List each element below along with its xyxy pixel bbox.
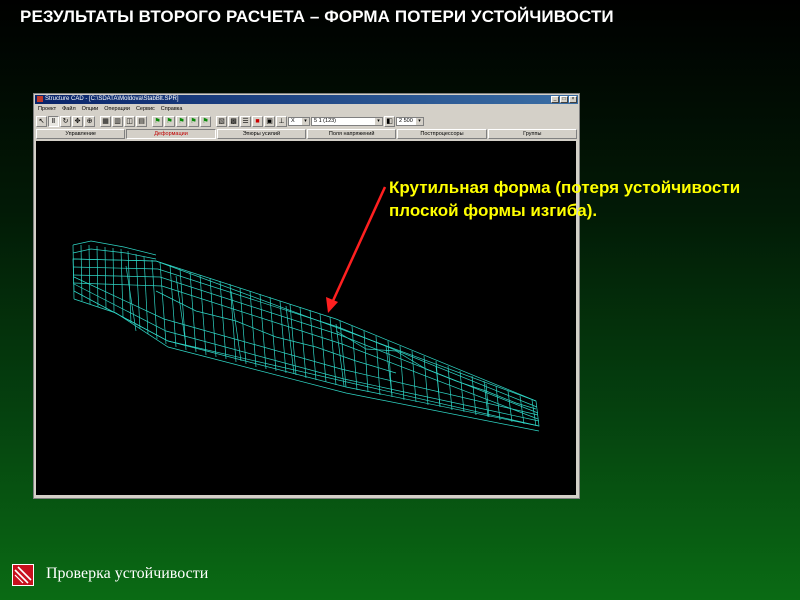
- menu-options[interactable]: Опции: [82, 105, 99, 113]
- green-flag-icon-2[interactable]: ⚑: [164, 115, 175, 127]
- window-controls: _ □ ×: [551, 96, 577, 103]
- fragment-icon[interactable]: ▦: [100, 115, 111, 127]
- axis-combo-value: X: [291, 117, 295, 124]
- beam-outline: [72, 258, 540, 427]
- elements-icon[interactable]: ▤: [136, 115, 147, 127]
- tab-force-diagrams[interactable]: Эпюры усилий: [216, 129, 306, 139]
- layers-icon[interactable]: ☰: [240, 115, 251, 127]
- scale-combo[interactable]: 2 500 ▾: [396, 116, 424, 126]
- filter-icon[interactable]: ▥: [112, 115, 123, 127]
- load-case-value: 5 1 (123): [314, 117, 337, 124]
- maximize-icon[interactable]: □: [560, 96, 568, 103]
- structure-cad-window: Structure CAD - [C:\SDATA\Moldova\StabBl…: [33, 93, 580, 499]
- chevron-down-icon: ▾: [302, 117, 309, 125]
- grid-icon[interactable]: ▧: [216, 115, 227, 127]
- axis-combo[interactable]: X ▾: [288, 116, 310, 126]
- move-icon[interactable]: ✥: [72, 115, 83, 127]
- toolbar: ↖ Ⅱ ↻ ✥ ⊕ ▦ ▥ ◫ ▤ ⚑ ⚑ ⚑ ⚑ ⚑ ▧ ▩ ☰ ■ ▣ ⊥ …: [36, 114, 577, 128]
- tab-stress-fields[interactable]: Поля напряжений: [306, 129, 397, 139]
- tab-control[interactable]: Управление: [36, 129, 126, 139]
- green-flag-icon-4[interactable]: ⚑: [188, 115, 199, 127]
- color-icon[interactable]: ■: [252, 115, 263, 127]
- rotate-icon[interactable]: ↻: [60, 115, 71, 127]
- chevron-down-icon: ▾: [375, 117, 382, 125]
- green-flag-icon-1[interactable]: ⚑: [152, 115, 163, 127]
- chevron-down-icon: ▾: [416, 117, 423, 125]
- tab-groups[interactable]: Группы: [487, 129, 577, 139]
- zoom-icon[interactable]: ⊕: [84, 115, 95, 127]
- footer-section-label: Проверка устойчивости: [46, 565, 209, 582]
- deform-view-icon[interactable]: Ⅱ: [48, 115, 59, 127]
- mesh-icon[interactable]: ▩: [228, 115, 239, 127]
- scale-value: 2 500: [399, 117, 413, 124]
- app-icon: [37, 96, 43, 102]
- tab-deformations[interactable]: Деформации: [126, 129, 216, 139]
- load-case-combo[interactable]: 5 1 (123) ▾: [311, 116, 383, 126]
- menu-service[interactable]: Сервис: [136, 105, 155, 113]
- menu-project[interactable]: Проект: [38, 105, 56, 113]
- nodes-icon[interactable]: ◫: [124, 115, 135, 127]
- green-flag-icon-3[interactable]: ⚑: [176, 115, 187, 127]
- window-title: Structure CAD - [C:\SDATA\Moldova\StabBl…: [45, 96, 179, 102]
- minimize-icon[interactable]: _: [551, 96, 559, 103]
- menu-bar: Проект Файл Опции Операции Сервис Справк…: [36, 105, 577, 113]
- print-icon[interactable]: ▣: [264, 115, 275, 127]
- load-step-icon[interactable]: ◧: [384, 115, 395, 127]
- axes-icon[interactable]: ⊥: [276, 115, 287, 127]
- menu-file[interactable]: Файл: [62, 105, 76, 113]
- select-tool-icon[interactable]: ↖: [36, 115, 47, 127]
- beam-mesh: [72, 240, 540, 432]
- logo-icon: [12, 564, 34, 586]
- arrow-icon: [326, 186, 387, 313]
- menu-operations[interactable]: Операции: [104, 105, 130, 113]
- close-icon[interactable]: ×: [569, 96, 577, 103]
- menu-help[interactable]: Справка: [161, 105, 183, 113]
- slide-title: РЕЗУЛЬТАТЫ ВТОРОГО РАСЧЕТА – ФОРМА ПОТЕР…: [20, 7, 614, 26]
- buckling-annotation: Крутильная форма (потеря устойчивости пл…: [389, 178, 741, 220]
- mode-tabs: Управление Деформации Эпюры усилий Поля …: [36, 129, 577, 139]
- window-title-bar[interactable]: Structure CAD - [C:\SDATA\Moldova\StabBl…: [35, 95, 578, 104]
- tab-postprocessors[interactable]: Постпроцессоры: [397, 129, 487, 139]
- green-flag-icon-5[interactable]: ⚑: [200, 115, 211, 127]
- logo-stripes: [14, 566, 32, 584]
